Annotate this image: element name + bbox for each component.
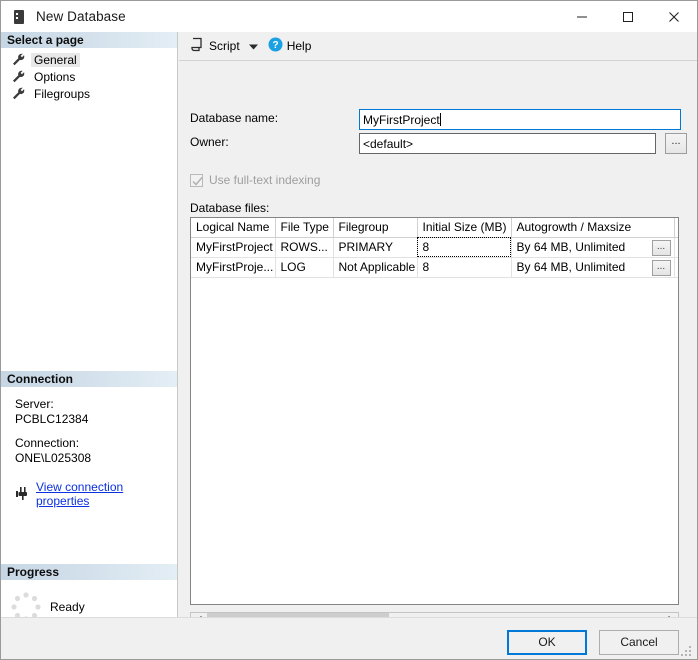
column-header-file-type[interactable]: File Type [275, 218, 334, 238]
main-panel: Script ? Help Database name: MyFirstProj… [179, 32, 697, 659]
connection-label: Connection: [15, 436, 80, 450]
dialog-toolbar: Script ? Help [179, 32, 697, 61]
script-button[interactable]: Script [187, 35, 243, 57]
cell-initial-size[interactable]: 8 [417, 257, 512, 278]
sidebar-item-label: General [31, 52, 80, 67]
cell-logical-name[interactable]: MyFirstProje... [191, 257, 276, 278]
database-name-input[interactable]: MyFirstProject [359, 109, 681, 130]
select-a-page-header: Select a page [1, 32, 177, 48]
connection-panel: Connection Server: PCBLC12384 Connection… [1, 371, 177, 508]
cell-path[interactable]: C: [674, 237, 678, 258]
cell-filegroup[interactable]: Not Applicable [333, 257, 418, 278]
window-title: New Database [36, 9, 126, 24]
help-button[interactable]: ? Help [265, 35, 315, 57]
sidebar-item-filegroups[interactable]: Filegroups [1, 85, 177, 102]
column-header-logical-name[interactable]: Logical Name [191, 218, 276, 238]
minimize-button[interactable] [559, 1, 605, 32]
sidebar-item-options[interactable]: Options [1, 68, 177, 85]
owner-row: Owner: [190, 135, 360, 149]
sidebar: Select a page General Options Filegroups [1, 32, 178, 630]
cell-initial-size[interactable]: 8 [417, 237, 512, 258]
use-fulltext-indexing-checkbox[interactable]: Use full-text indexing [190, 173, 320, 187]
cell-autogrowth-text: By 64 MB, Unlimited [516, 240, 626, 254]
script-label: Script [209, 39, 240, 53]
sidebar-item-label: Options [34, 69, 76, 84]
title-bar: New Database [1, 1, 697, 32]
owner-input[interactable]: <default> [359, 133, 656, 154]
database-name-row: Database name: [190, 111, 360, 125]
cell-file-type[interactable]: LOG [275, 257, 334, 278]
cell-file-type[interactable]: ROWS... [275, 237, 334, 258]
close-button[interactable] [651, 1, 697, 32]
autogrowth-browse-button[interactable]: ... [651, 239, 671, 256]
database-name-label: Database name: [190, 111, 279, 125]
column-header-path[interactable]: Pa [674, 218, 678, 238]
column-header-initial-size[interactable]: Initial Size (MB) [417, 218, 512, 238]
window-controls [559, 1, 697, 32]
database-files-grid[interactable]: Logical Name File Type Filegroup Initial… [190, 217, 679, 605]
script-page-icon [190, 37, 205, 55]
new-database-dialog: New Database Select a page General Optio… [0, 0, 698, 660]
owner-value: <default> [363, 137, 414, 151]
chevron-down-icon[interactable] [248, 39, 258, 53]
owner-label: Owner: [190, 135, 229, 149]
owner-field-group: <default> ... [359, 133, 687, 154]
view-connection-properties-row[interactable]: View connection properties [15, 480, 177, 508]
help-question-icon: ? [268, 37, 283, 55]
table-row[interactable]: MyFirstProje... LOG Not Applicable 8 By … [191, 257, 678, 278]
use-fulltext-indexing-label: Use full-text indexing [209, 173, 321, 187]
help-label: Help [286, 39, 312, 53]
cancel-button[interactable]: Cancel [599, 630, 679, 655]
ok-button[interactable]: OK [507, 630, 587, 655]
checkbox-box [190, 173, 203, 187]
cell-filegroup[interactable]: PRIMARY [333, 237, 418, 258]
autogrowth-browse-button[interactable]: ... [651, 259, 671, 276]
wrench-icon [12, 53, 26, 66]
maximize-button[interactable] [605, 1, 651, 32]
progress-panel: Progress Ready [1, 564, 177, 624]
cell-autogrowth-text: By 64 MB, Unlimited [516, 260, 626, 274]
progress-header: Progress [1, 564, 177, 580]
resize-grip[interactable] [681, 644, 693, 656]
cell-autogrowth[interactable]: By 64 MB, Unlimited ... [511, 257, 675, 278]
cell-autogrowth[interactable]: By 64 MB, Unlimited ... [511, 237, 675, 258]
column-header-filegroup[interactable]: Filegroup [333, 218, 418, 238]
svg-text:?: ? [272, 40, 278, 51]
database-name-value: MyFirstProject [363, 113, 440, 127]
progress-status: Ready [50, 600, 85, 614]
table-header-row: Logical Name File Type Filegroup Initial… [191, 218, 678, 238]
connection-header: Connection [1, 371, 177, 387]
wrench-icon [12, 87, 26, 100]
sidebar-item-label: Filegroups [34, 86, 91, 101]
view-connection-properties-link[interactable]: View connection properties [36, 480, 177, 508]
sidebar-item-general[interactable]: General [1, 51, 177, 68]
page-list: General Options Filegroups [1, 48, 177, 102]
cell-path[interactable]: C: [674, 257, 678, 278]
wrench-icon [12, 70, 26, 83]
column-header-autogrowth-maxsize[interactable]: Autogrowth / Maxsize [511, 218, 675, 238]
owner-browse-button[interactable]: ... [665, 133, 687, 154]
server-value: PCBLC12384 [15, 412, 89, 426]
table-row[interactable]: MyFirstProject ROWS... PRIMARY 8 By 64 M… [191, 237, 678, 258]
dialog-footer: OK Cancel [1, 617, 697, 659]
plug-icon [15, 487, 31, 501]
server-label: Server: [15, 397, 54, 411]
cell-logical-name[interactable]: MyFirstProject [191, 237, 276, 258]
footer-buttons: OK Cancel [507, 630, 679, 655]
connection-value: ONE\L025308 [15, 451, 92, 465]
database-files-label: Database files: [190, 201, 270, 215]
database-files-table: Logical Name File Type Filegroup Initial… [191, 218, 678, 278]
text-caret [439, 113, 441, 126]
general-page-content: Database name: MyFirstProject Owner: <de… [179, 62, 697, 659]
database-icon [11, 9, 27, 25]
